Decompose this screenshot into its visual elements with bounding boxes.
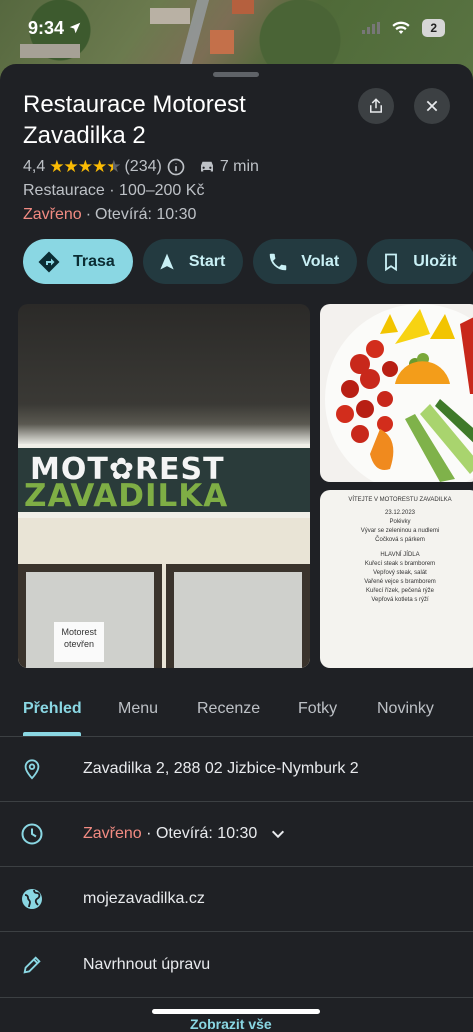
menu-line: Kuřecí steak s bramborem [364,561,436,567]
place-title: Restaurace Motorest Zavadilka 2 [23,91,246,149]
tab-reviews[interactable]: Recenze [197,700,260,718]
clock-text: 9:34 [28,17,65,38]
photo-storefront[interactable]: MOT✿REST ZAVADILKA Motorest otevřen [18,304,310,668]
photo-menu[interactable]: VÍTEJTE V MOTORESTU ZAVADILKA 23.12.2023… [320,490,473,668]
menu-line: Vepřová kotleta s rýží [371,597,429,603]
battery-indicator: 2 [422,19,445,37]
status-time: 9:34 [28,18,82,39]
website-row[interactable]: mojezavadilka.cz [0,867,473,932]
suggest-edit-row[interactable]: Navrhnout úpravu [0,933,473,998]
close-icon [426,100,438,112]
place-sheet: Restaurace Motorest Zavadilka 2 4,4 ★★★★… [0,64,473,1024]
bookmark-icon [385,253,398,271]
closed-label: Zavřeno [23,206,82,223]
save-label: Uložit [413,252,457,270]
menu-line: 23.12.2023 [384,510,416,516]
rating-row[interactable]: 4,4 ★★★★★ (234) 7 min [23,157,259,177]
signal-icon [362,22,381,34]
review-count: (234) [124,158,162,175]
location-pin-icon [20,757,44,781]
info-icon[interactable] [166,157,186,177]
directions-label: Trasa [73,252,115,270]
menu-line: Vepřový steak, salát [373,570,427,576]
hours-opens: Otevírá: 10:30 [155,825,258,842]
dot-separator: · [85,206,92,223]
tab-news[interactable]: Novinky [377,700,434,718]
photo-vegetable-platter[interactable] [320,304,473,482]
call-button[interactable]: Volat [253,239,358,284]
tab-photos[interactable]: Fotky [298,700,337,718]
hours-closed: Zavřeno [83,825,142,842]
hours-row[interactable]: Zavřeno · Otevírá: 10:30 [0,802,473,867]
chevron-down-icon[interactable] [270,828,286,840]
suggest-edit-text: Navrhnout úpravu [83,956,211,973]
menu-line: HLAVNÍ JÍDLA [380,552,420,558]
open-status: Zavřeno · Otevírá: 10:30 [23,206,196,224]
tab-bar: Přehled Menu Recenze Fotky Novinky [0,684,473,737]
car-icon [200,161,213,172]
show-all-link[interactable]: Zobrazit vše [190,1016,272,1032]
category-text: Restaurace · 100–200 Kč [23,182,205,199]
start-button[interactable]: Start [142,239,244,284]
menu-line: Vařené vejce s bramborem [364,579,436,585]
clock-icon [20,822,44,846]
phone-icon [270,253,287,270]
menu-line: Polévky [389,519,411,525]
sheet-drag-handle[interactable] [213,72,259,77]
menu-line: Vývar se zeleninou a nudlemi [360,528,440,534]
sign-line2: ZAVADILKA [24,478,229,514]
address-row[interactable]: Zavadilka 2, 288 02 Jizbice-Nymburk 2 [0,737,473,802]
storefront-window [166,564,310,668]
location-arrow-icon [69,22,81,34]
active-tab-indicator [23,732,81,736]
start-label: Start [188,252,226,270]
action-chips: Trasa Start Volat Uložit [23,239,473,284]
hours-text: Zavřeno · Otevírá: 10:30 [83,825,286,843]
globe-icon [20,887,44,911]
rating-value: 4,4 [23,158,46,175]
share-button[interactable] [358,88,394,124]
status-bar: 9:34 2 [0,0,473,56]
storefront-sign: MOT✿REST ZAVADILKA [18,444,310,518]
drive-time: 7 min [219,158,259,175]
tab-menu[interactable]: Menu [118,700,158,718]
category-price: Restaurace · 100–200 Kč [23,182,204,200]
wifi-icon [392,21,410,34]
tab-overview[interactable]: Přehled [23,700,82,718]
menu-line: Kuřecí řízek, pečená rýže [365,588,435,594]
dot-separator: · [146,825,156,842]
open-note: Motorest otevřen [54,622,104,662]
menu-line: Čočková s párkem [375,537,425,543]
call-label: Volat [301,252,340,270]
pencil-icon [20,953,44,977]
directions-button[interactable]: Trasa [23,239,133,284]
share-icon [370,98,382,113]
navigation-arrow-icon [160,253,174,269]
opens-time: Otevírá: 10:30 [95,206,197,223]
website-link[interactable]: mojezavadilka.cz [83,890,205,908]
save-button[interactable]: Uložit [367,239,473,284]
menu-title: VÍTEJTE V MOTORESTU ZAVADILKA [348,497,452,503]
close-button[interactable] [414,88,450,124]
star-rating-icon: ★★★★★ [49,157,121,176]
vegetable-platter-image [325,304,473,482]
address-text: Zavadilka 2, 288 02 Jizbice-Nymburk 2 [83,760,359,777]
home-indicator[interactable] [152,1009,320,1014]
directions-icon [38,251,60,272]
